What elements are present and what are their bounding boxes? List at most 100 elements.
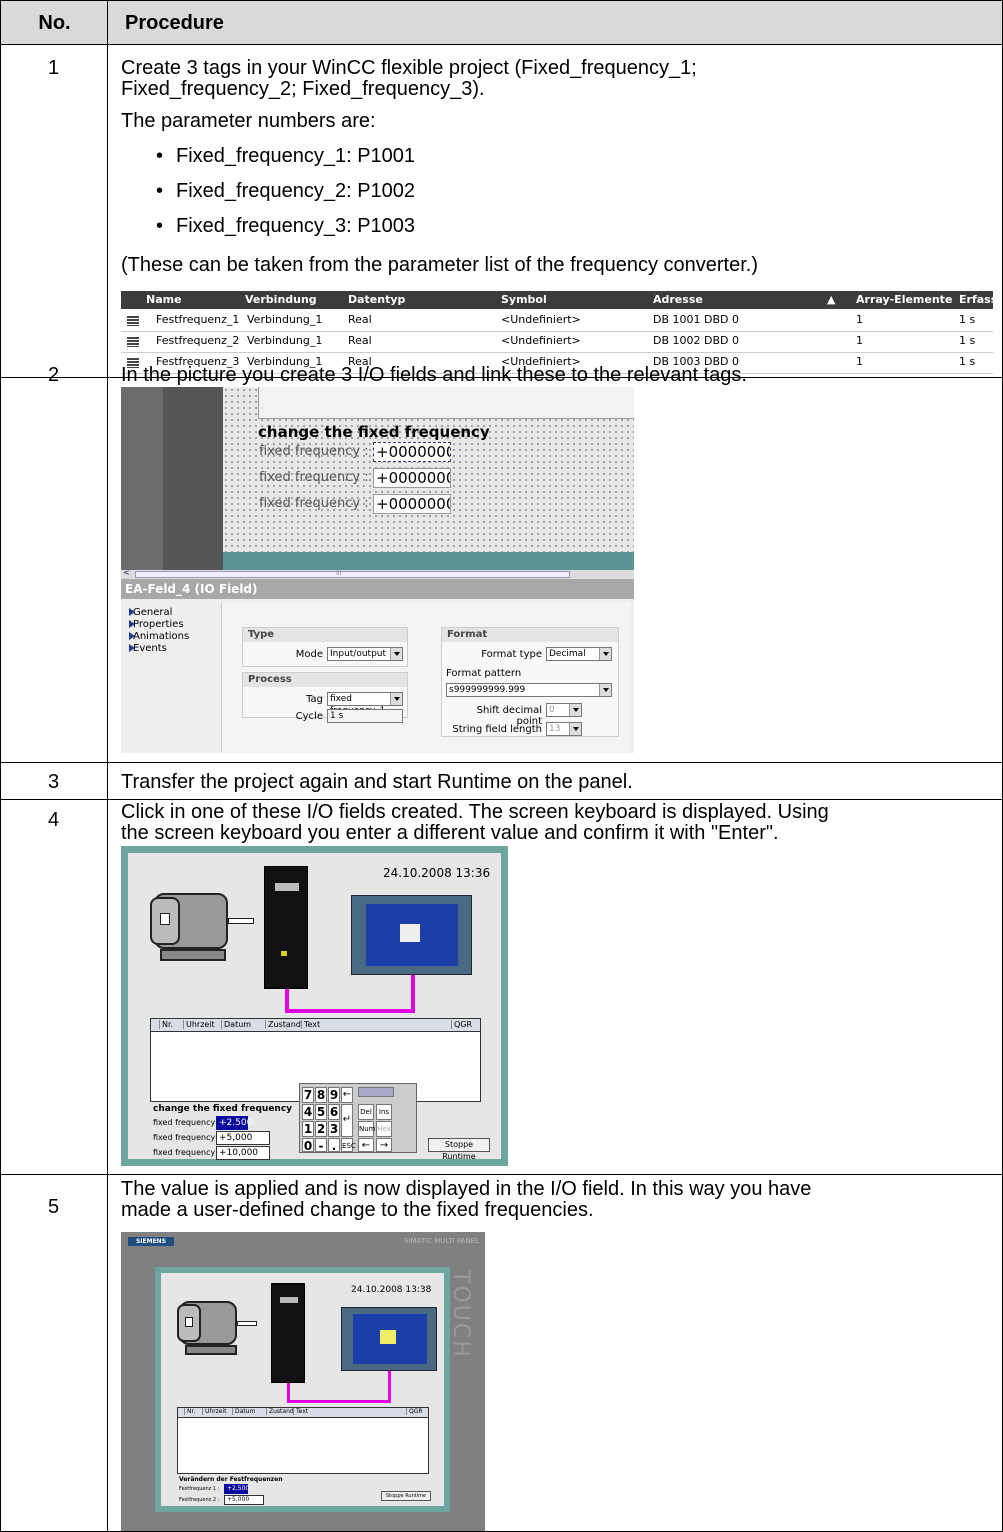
chevron-down-icon [599, 684, 611, 696]
sort-asc-icon: ▲ [827, 293, 836, 306]
screen-keyboard[interactable]: 7 8 9 ← 4 5 6 ↵ 1 2 3 0 - . ESC Del Ins … [299, 1083, 417, 1153]
ff-title: change the fixed frequency [153, 1104, 293, 1114]
ff-field-2[interactable]: +5,000 [216, 1131, 270, 1145]
step-text: In the picture you create 3 I/O fields a… [121, 364, 747, 386]
step-text: The value is applied and is now displaye… [121, 1178, 812, 1200]
tag-select[interactable]: fixed frequency_1 [327, 692, 403, 716]
esc-key[interactable]: ESC [341, 1138, 356, 1152]
cycle-field[interactable]: 1 s [327, 709, 403, 723]
ff-field-1[interactable]: +2.500 [216, 1116, 252, 1130]
key-2[interactable]: 2 [315, 1121, 327, 1137]
alarm-col: Uhrzeit [202, 1408, 227, 1415]
cell: <Undefiniert> [501, 334, 581, 347]
key-8[interactable]: 8 [315, 1087, 327, 1103]
cell: 1 [856, 334, 863, 347]
enter-key-icon[interactable]: ↵ [341, 1104, 353, 1137]
stop-runtime-button[interactable]: Stoppe Runtime [381, 1491, 431, 1501]
keyboard-window-controls[interactable] [358, 1087, 394, 1097]
alarm-col: QGR [451, 1020, 472, 1029]
brand-label: SIMATIC MULTI PANEL [403, 1237, 479, 1245]
cell: <Undefiniert> [501, 313, 581, 326]
alarm-header: Nr. Uhrzeit Datum Zustand Text QGR [178, 1408, 428, 1418]
cycle-value: 1 s [330, 711, 344, 721]
tag-label: Tag [306, 694, 323, 705]
key-4[interactable]: 4 [302, 1104, 314, 1120]
step-number: 3 [47, 771, 60, 793]
io-field[interactable]: +000000000,6 [373, 442, 451, 462]
key-dot[interactable]: . [328, 1138, 340, 1153]
nav-properties[interactable]: Properties [129, 619, 184, 630]
arrow-right-icon[interactable]: → [376, 1138, 392, 1152]
table-border-left [0, 0, 1, 1532]
properties-title: EA-Feld_4 (IO Field) [121, 579, 634, 599]
scroll-left-icon[interactable]: < [123, 568, 130, 577]
stop-runtime-button[interactable]: Stoppe Runtime [428, 1138, 490, 1161]
row-divider [0, 1174, 1003, 1175]
col-array: Array-Elemente [856, 293, 953, 306]
alarm-col: Zustand [266, 1408, 294, 1415]
key-3[interactable]: 3 [328, 1121, 340, 1137]
bullet-item: Fixed_frequency_3: P1003 [156, 215, 415, 238]
step-text: Click in one of these I/O fields created… [121, 801, 829, 823]
ff-field-2[interactable]: +5,000 [224, 1495, 264, 1505]
format-type-value: Decimal [549, 649, 586, 659]
format-group: Format Format type Decimal Format patter… [441, 627, 619, 737]
ff-label: fixed frequency : [153, 1148, 221, 1157]
alarm-col: QGR [406, 1408, 423, 1415]
format-pattern-value: s999999999.999 [449, 685, 526, 695]
io-field[interactable]: +000000000,0 [373, 494, 451, 514]
nav-animations[interactable]: Animations [128, 631, 189, 642]
cell: 1 [856, 313, 863, 326]
mode-value: Input/output [330, 649, 387, 659]
nav-events[interactable]: Events [129, 643, 167, 654]
cell: Real [348, 313, 372, 326]
key-1[interactable]: 1 [302, 1121, 314, 1137]
key-5[interactable]: 5 [315, 1104, 327, 1120]
length-spinner[interactable]: 13 [546, 722, 582, 736]
cell: DB 1001 DBD 0 [653, 313, 739, 326]
cell: DB 1002 DBD 0 [653, 334, 739, 347]
key-7[interactable]: 7 [302, 1087, 314, 1103]
hex-key[interactable]: Hex [376, 1121, 392, 1137]
alarm-view[interactable]: Nr. Uhrzeit Datum Zustand Text QGR [177, 1407, 429, 1474]
ins-key[interactable]: Ins [376, 1104, 392, 1120]
del-key[interactable]: Del [358, 1104, 374, 1120]
backspace-key[interactable]: ← [341, 1087, 353, 1103]
shift-value: 0 [549, 705, 555, 715]
step-number: 5 [47, 1196, 60, 1218]
format-pattern-select[interactable]: s999999999.999 [446, 683, 612, 697]
key-9[interactable]: 9 [328, 1087, 340, 1103]
arrow-left-icon[interactable]: ← [358, 1138, 374, 1152]
cell: Festfrequenz_1 [156, 313, 240, 326]
length-label: String field length [452, 724, 542, 735]
process-group: Process Tag fixed frequency_1 Cycle 1 s [242, 672, 408, 723]
ff-title: Verändern der Festfrequenzen [179, 1476, 283, 1483]
step-number: 1 [47, 57, 60, 79]
key-minus[interactable]: - [315, 1138, 327, 1153]
col-acq: Erfass [959, 293, 993, 306]
nav-general[interactable]: General [128, 607, 172, 618]
key-6[interactable]: 6 [328, 1104, 340, 1120]
table-row[interactable]: Festfrequenz_2 Verbindung_1 Real <Undefi… [121, 332, 993, 353]
num-key[interactable]: Num [358, 1121, 376, 1137]
panel-icon [341, 1307, 437, 1371]
scroll-thumb[interactable]: III [135, 570, 570, 578]
field-label: fixed frequency : [259, 444, 369, 459]
mode-select[interactable]: Input/output [327, 647, 403, 661]
shift-spinner[interactable]: 0 [546, 703, 582, 717]
io-field[interactable]: +000000000,0 [373, 468, 451, 488]
row-divider [0, 762, 1003, 763]
siemens-logo: SIEMENS [128, 1237, 174, 1246]
ff-field-3[interactable]: +10,000 [216, 1146, 270, 1160]
table-row[interactable]: Festfrequenz_1 Verbindung_1 Real <Undefi… [121, 311, 993, 332]
bullet-item: Fixed_frequency_2: P1002 [156, 180, 415, 203]
alarm-col: Zustand [265, 1020, 301, 1029]
ff-field-1[interactable]: +2,500 [224, 1484, 249, 1494]
col-name: Name [146, 293, 182, 306]
tag-icon [127, 337, 139, 347]
key-0[interactable]: 0 [302, 1138, 314, 1153]
horizontal-scrollbar[interactable]: III < [121, 568, 634, 579]
format-type-select[interactable]: Decimal [546, 647, 612, 661]
row-divider [0, 799, 1003, 800]
alarm-col: Text [301, 1020, 320, 1029]
